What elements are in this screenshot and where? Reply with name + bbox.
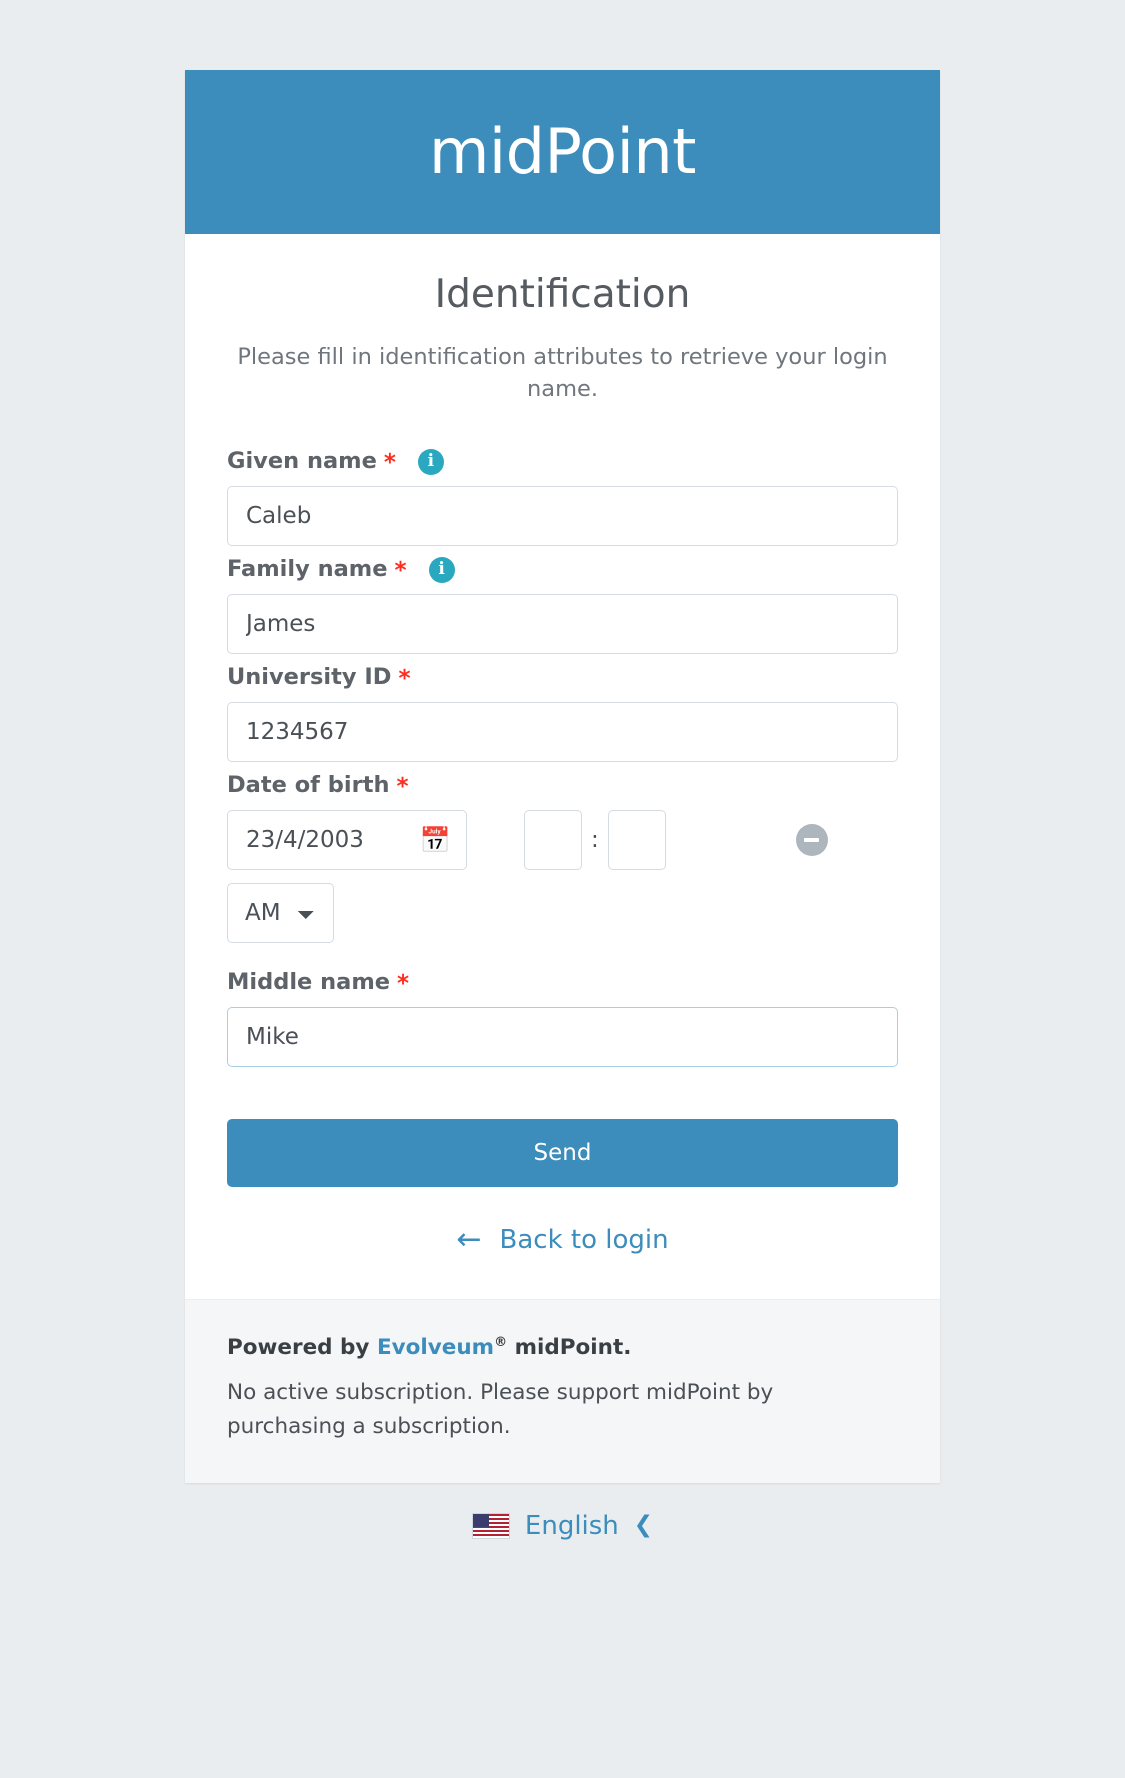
date-of-birth-row: 📅 : (227, 810, 898, 871)
login-page: midPoint Identification Please fill in i… (0, 0, 1125, 1778)
required-asterisk: * (397, 971, 410, 998)
time-separator: : (591, 826, 599, 853)
family-name-label-text: Family name (227, 556, 388, 583)
date-input-wrapper: 📅 (227, 810, 467, 871)
evolveum-link[interactable]: Evolveum (377, 1335, 494, 1360)
date-of-birth-label-text: Date of birth (227, 772, 390, 799)
family-name-input[interactable] (227, 594, 898, 655)
required-asterisk: * (398, 666, 411, 693)
date-of-birth-label: Date of birth * (227, 772, 898, 799)
brand-title: midPoint (429, 115, 696, 188)
form-group-middle-name: Middle name * (227, 969, 898, 1068)
required-asterisk: * (394, 558, 407, 585)
middle-name-label-text: Middle name (227, 969, 391, 996)
form-group-family-name: Family name * i (227, 556, 898, 655)
language-selector[interactable]: English ❮ (471, 1510, 654, 1541)
powered-by-prefix: Powered by (227, 1335, 377, 1361)
given-name-input[interactable] (227, 486, 898, 547)
minus-bar (804, 838, 820, 843)
back-to-login-link[interactable]: ← Back to login (227, 1222, 898, 1258)
form-group-date-of-birth: Date of birth * 📅 : (227, 772, 898, 944)
card-header: midPoint (185, 70, 940, 234)
middle-name-label: Middle name * (227, 969, 898, 996)
form-group-given-name: Given name * i (227, 448, 898, 547)
ampm-wrapper: AM PM (227, 883, 898, 944)
hour-input[interactable] (524, 810, 582, 871)
minute-input[interactable] (607, 810, 666, 871)
subscription-note: No active subscription. Please support m… (227, 1379, 774, 1440)
family-name-label: Family name * i (227, 556, 898, 583)
form-group-university-id: University ID * (227, 664, 898, 763)
university-id-label: University ID * (227, 664, 898, 691)
required-asterisk: * (396, 774, 409, 801)
time-group: : (524, 810, 666, 871)
page-subtitle: Please fill in identification attributes… (237, 343, 888, 403)
university-id-label-text: University ID (227, 664, 392, 691)
required-asterisk: * (383, 450, 396, 477)
given-name-label: Given name * i (227, 448, 898, 475)
product-suffix: midPoint. (507, 1335, 632, 1361)
given-name-label-text: Given name (227, 448, 377, 475)
powered-by-line: Powered by Evolveum® midPoint. (227, 1334, 898, 1362)
info-icon[interactable]: i (417, 448, 444, 475)
minus-circle-icon[interactable] (795, 824, 828, 857)
back-to-login-label: Back to login (499, 1225, 669, 1256)
page-title: Identification (434, 272, 691, 317)
language-label: English (524, 1510, 619, 1541)
university-id-input[interactable] (227, 702, 898, 763)
registered-mark: ® (494, 1334, 508, 1350)
identification-card: midPoint Identification Please fill in i… (185, 70, 940, 1483)
us-flag-icon (471, 1512, 510, 1539)
calendar-icon[interactable]: 📅 (420, 828, 451, 853)
ampm-select[interactable]: AM PM (227, 883, 334, 944)
arrow-left-icon: ← (456, 1222, 482, 1258)
info-icon[interactable]: i (428, 556, 455, 583)
middle-name-input[interactable] (227, 1007, 898, 1068)
card-footer: Powered by Evolveum® midPoint. No active… (185, 1299, 940, 1483)
send-button[interactable]: Send (227, 1119, 898, 1188)
card-body: Identification Please fill in identifica… (185, 234, 940, 1300)
chevron-left-icon: ❮ (633, 1512, 654, 1539)
flag-canton (472, 1513, 489, 1527)
